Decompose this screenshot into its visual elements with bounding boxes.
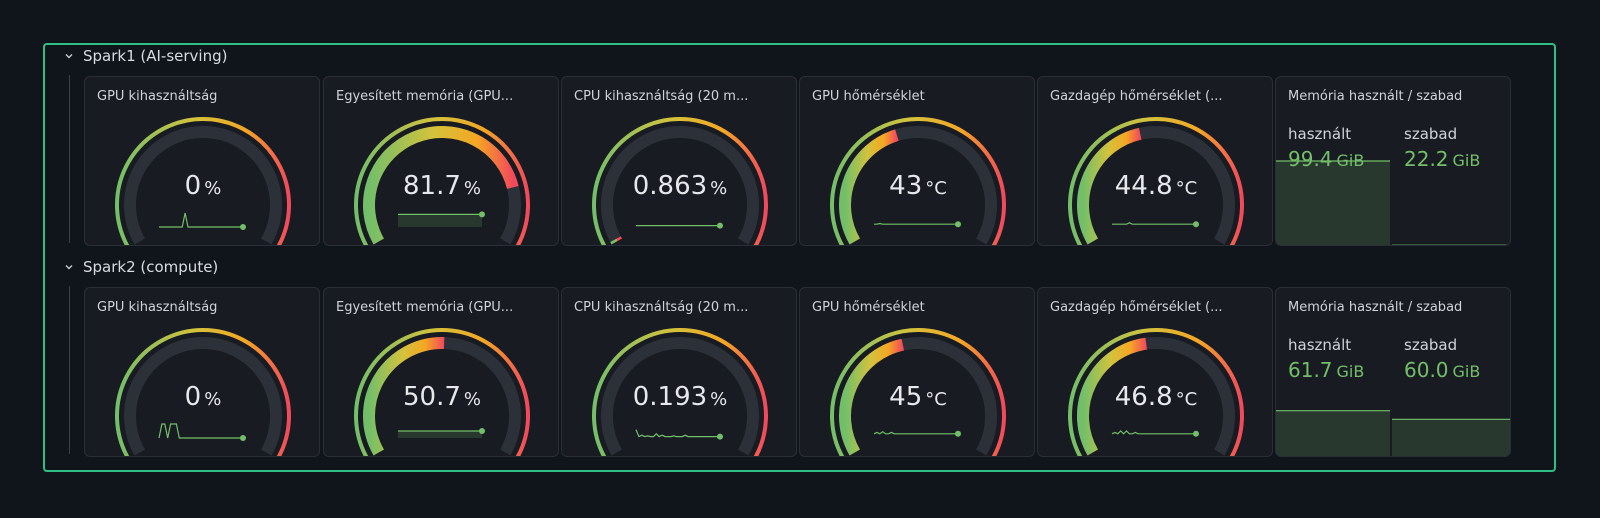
chevron-down-icon[interactable] [63,261,75,273]
used-value: 61.7 GiB [1288,358,1365,382]
gauge-value: 45 °C [889,382,947,412]
free-value: 60.0 GiB [1404,358,1481,382]
gauge-panel[interactable]: Egyesített memória (GPU... 50.7% [323,287,559,457]
gauge-value: 81.7% [403,171,481,201]
gauge-value: 46.8 °C [1114,382,1198,412]
gauge-panel[interactable]: GPU kihasználtság 0% [84,76,320,246]
sparkline [158,423,246,441]
sparkline-endpoint [479,428,485,434]
gauge-value: 0.863% [632,171,728,201]
sparkline-endpoint [955,221,961,228]
free-label: szabad [1404,336,1458,354]
gauge-panel[interactable]: Gazdagép hőmérséklet (... 46.8 °C [1037,287,1273,457]
row-title: Spark2 (compute) [83,258,219,276]
row-title: Spark1 (AI-serving) [83,47,228,65]
sparkline [159,212,246,230]
sparkline [1112,221,1199,228]
row-indent-line [69,286,70,454]
memory-panel[interactable]: Memória használt / szabad használt 99.4 G… [1275,76,1511,246]
gauge-value: 0% [184,171,222,201]
used-area [1276,410,1390,456]
gauge-panel[interactable]: Gazdagép hőmérséklet (... 44.8 °C [1037,76,1273,246]
used-label: használt [1288,336,1352,354]
gauge-value: 0% [184,382,222,412]
chevron-down-icon[interactable] [63,50,75,62]
used-area [1276,161,1390,245]
row-indent-line [69,75,70,243]
row-header[interactable]: Spark1 (AI-serving) [63,45,228,67]
sparkline-endpoint [240,435,246,441]
gauge-panel[interactable]: GPU hőmérséklet 43 °C [799,76,1035,246]
gauge-value: 0.193% [632,382,728,412]
gauge-panel[interactable]: CPU kihasználtság (20 m... 0.193% [561,287,797,457]
sparkline [398,211,485,227]
sparkline-endpoint [1193,430,1199,437]
sparkline [873,430,961,437]
sparkline-endpoint [240,224,246,230]
free-area [1392,419,1510,456]
sparkline [636,222,723,229]
sparkline [635,429,723,440]
sparkline [398,428,485,438]
gauge-panel[interactable]: Egyesített memória (GPU... 81.7% [323,76,559,246]
used-label: használt [1288,125,1352,143]
free-area [1392,245,1511,246]
sparkline-endpoint [1193,221,1199,228]
gauge-panel[interactable]: GPU kihasználtság 0% [84,287,320,457]
free-label: szabad [1404,125,1458,143]
free-value: 22.2 GiB [1404,147,1481,171]
used-value: 99.4 GiB [1288,147,1365,171]
sparkline-endpoint [717,222,723,229]
row-header[interactable]: Spark2 (compute) [63,256,218,278]
sparkline-endpoint [955,430,961,437]
sparkline [874,221,961,228]
sparkline [1111,430,1199,437]
gauge-value: 43 °C [889,171,947,201]
gauge-value: 44.8 °C [1114,171,1198,201]
sparkline-endpoint [717,433,723,440]
gauge-panel[interactable]: GPU hőmérséklet 45 °C [799,287,1035,457]
sparkline-endpoint [479,211,485,218]
gauge-panel[interactable]: CPU kihasználtság (20 m... 0.863% [561,76,797,246]
gauge-value: 50.7% [403,382,481,412]
memory-panel[interactable]: Memória használt / szabad használt 61.7 G… [1275,287,1511,457]
